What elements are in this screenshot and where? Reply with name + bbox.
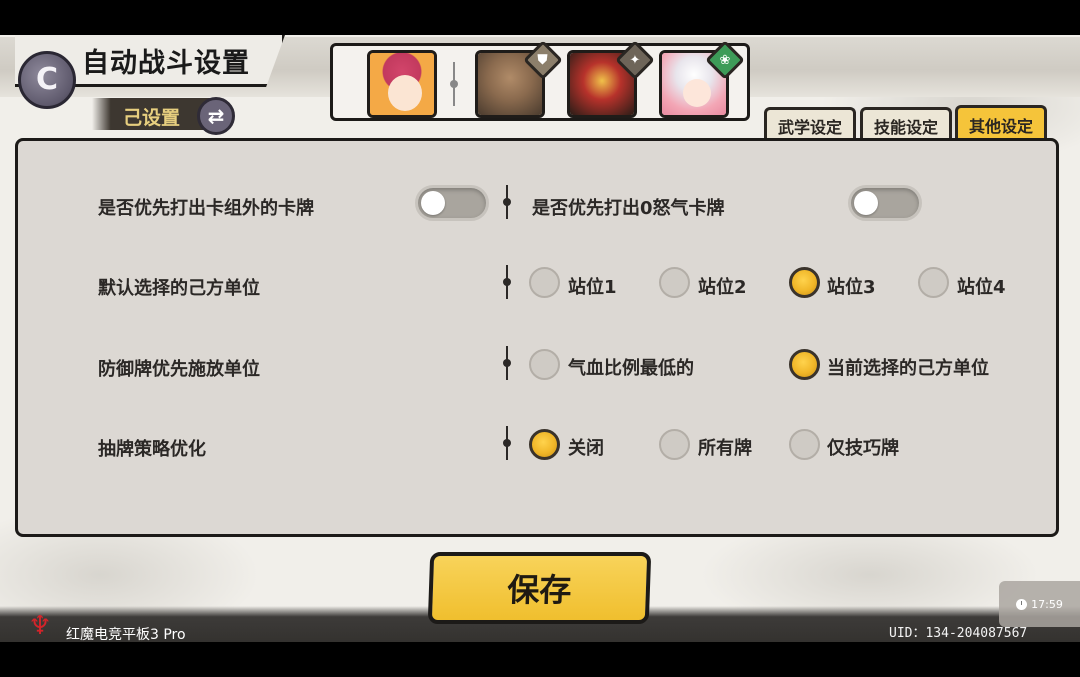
option-label: 当前选择的己方单位 [827, 358, 989, 379]
toggle-out-of-deck-priority[interactable] [415, 185, 489, 221]
device-brand-logo: ♆ [28, 611, 52, 641]
page-title: 自动战斗设置 [82, 48, 250, 79]
row-separator [503, 346, 511, 380]
tab-other-settings[interactable]: 其他设定 [955, 105, 1047, 141]
option-label: 气血比例最低的 [568, 358, 694, 379]
radio-draw-all[interactable] [659, 429, 690, 460]
option-label: 站位2 [698, 277, 747, 298]
portrait-face [388, 75, 422, 111]
option-label: 站位3 [827, 277, 876, 298]
radio-draw-technique[interactable] [789, 429, 820, 460]
row-separator [503, 265, 511, 299]
floating-time-widget[interactable]: 17:59 [999, 581, 1080, 627]
option-label: 仅技巧牌 [827, 438, 899, 459]
setting-label-zero-rage: 是否优先打出0怒气卡牌 [532, 198, 725, 219]
toggle-zero-rage-priority[interactable] [848, 185, 922, 221]
radio-lowest-hp[interactable] [529, 349, 560, 380]
party-strip: ⛊ ✦ ❀ [330, 40, 750, 121]
hero-portrait-main[interactable] [367, 50, 437, 118]
setting-label-defense-target: 防御牌优先施放单位 [98, 359, 260, 380]
switch-preset-icon[interactable]: ⇄ [197, 97, 235, 135]
option-label: 所有牌 [698, 438, 752, 459]
radio-position-4[interactable] [918, 267, 949, 298]
row-separator [503, 185, 511, 219]
option-label: 站位1 [568, 277, 617, 298]
settings-panel: 是否优先打出卡组外的卡牌 是否优先打出0怒气卡牌 默认选择的己方单位 站位1 站… [15, 138, 1059, 537]
tab-skill-settings[interactable]: 技能设定 [860, 107, 952, 141]
toggle-knob [421, 191, 445, 215]
setting-label-draw-strategy: 抽牌策略优化 [98, 439, 206, 460]
option-label: 关闭 [568, 438, 604, 459]
toggle-knob [854, 191, 878, 215]
game-screen: 自动战斗设置 C 己设置 ⇄ ⛊ ✦ ❀ 武学设定 技能设定 其他设定 是否优先… [0, 35, 1080, 642]
clock-icon [1016, 598, 1028, 610]
radio-position-1[interactable] [529, 267, 560, 298]
radio-draw-off[interactable] [529, 429, 560, 460]
radio-position-3[interactable] [789, 267, 820, 298]
save-button[interactable]: 保存 [427, 552, 652, 624]
preset-label: 己设置 [123, 107, 181, 129]
row-separator [503, 426, 511, 460]
party-divider [450, 62, 458, 106]
tab-martial-arts[interactable]: 武学设定 [764, 107, 856, 141]
radio-current-unit[interactable] [789, 349, 820, 380]
portrait-face [683, 79, 711, 107]
radio-position-2[interactable] [659, 267, 690, 298]
setting-label-default-unit: 默认选择的己方单位 [98, 278, 260, 299]
back-button[interactable]: C [18, 51, 76, 109]
device-name: 红魔电竞平板3 Pro [66, 627, 186, 642]
option-label: 站位4 [957, 277, 1006, 298]
back-arrow-icon: C [35, 62, 59, 97]
clock-time: 17:59 [1031, 597, 1063, 611]
setting-label-out-of-deck: 是否优先打出卡组外的卡牌 [98, 198, 314, 219]
